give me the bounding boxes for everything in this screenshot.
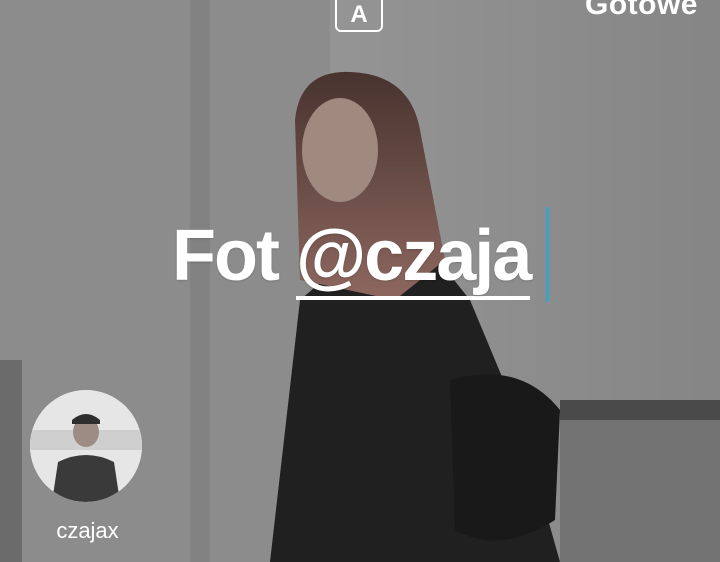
story-editor: A Gotowe Fot @czaja czajax xyxy=(0,0,720,562)
mention-username: czajax xyxy=(56,518,119,543)
avatar xyxy=(30,390,142,502)
caption-mention: @czaja xyxy=(295,216,532,300)
text-style-button[interactable]: A xyxy=(335,0,383,32)
caption-prefix: Fot xyxy=(172,216,280,296)
avatar-image xyxy=(30,390,142,502)
done-button[interactable]: Gotowe xyxy=(585,0,698,22)
mention-suggestion[interactable]: czajax xyxy=(30,390,145,544)
text-cursor xyxy=(546,207,549,302)
caption-text[interactable]: Fot @czaja xyxy=(172,213,532,300)
